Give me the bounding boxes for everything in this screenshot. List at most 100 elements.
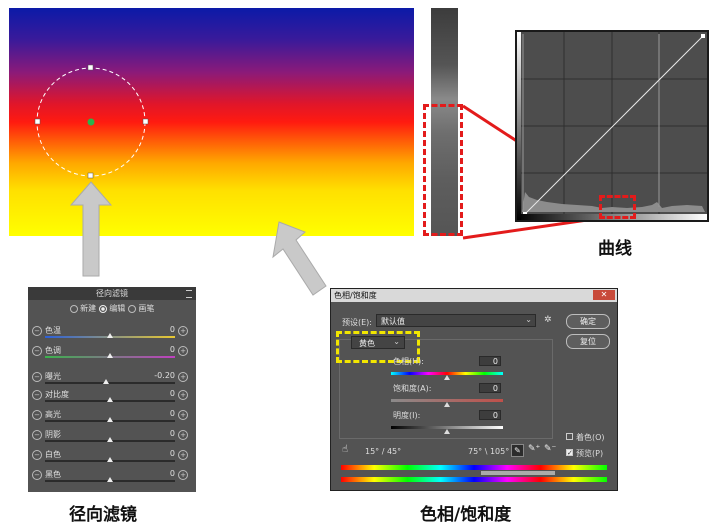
slider-thumb[interactable]: [107, 333, 113, 338]
saturation-label: 饱和度(A):: [393, 384, 432, 393]
saturation-field[interactable]: 0: [479, 383, 501, 393]
colorize-label: 着色(O): [576, 433, 605, 442]
radio-brush-icon[interactable]: [127, 304, 136, 313]
saturation-slider-thumb[interactable]: [444, 402, 450, 407]
slider-value[interactable]: 0: [143, 449, 175, 458]
eyedropper-add-icon[interactable]: ✎⁺: [528, 444, 540, 454]
slider-row: − 对比度 0 +: [28, 388, 196, 406]
slider-row: − 阴影 0 +: [28, 428, 196, 446]
lightness-slider-thumb[interactable]: [444, 429, 450, 434]
range-right-value: 75° \ 105°: [468, 447, 510, 456]
plus-icon[interactable]: +: [178, 470, 188, 480]
slider-value[interactable]: 0: [143, 409, 175, 418]
slider-thumb[interactable]: [107, 417, 113, 422]
slider-value[interactable]: 0: [143, 469, 175, 478]
plus-icon[interactable]: +: [178, 450, 188, 460]
slider-value[interactable]: 0: [143, 429, 175, 438]
slider-thumb[interactable]: [107, 397, 113, 402]
radial-filter-panel: 径向滤镜 新建 编辑 画笔 − 色温 0 + − 色调 0 + − 曝光 -0.20 + − 对比度 0 + −…: [28, 287, 196, 492]
lightness-label: 明度(I):: [393, 411, 421, 420]
caption-hue-saturation: 色相/饱和度: [420, 505, 512, 525]
panel-menu-icon[interactable]: [186, 290, 192, 298]
plus-icon[interactable]: +: [178, 326, 188, 336]
plus-icon[interactable]: +: [178, 430, 188, 440]
plus-icon[interactable]: +: [178, 372, 188, 382]
slider-thumb[interactable]: [107, 477, 113, 482]
minus-icon[interactable]: −: [32, 410, 42, 420]
hand-tool-icon[interactable]: ☝: [342, 444, 348, 455]
slider-thumb[interactable]: [107, 457, 113, 462]
hue-field[interactable]: 0: [479, 356, 501, 366]
arrow-up-icon: [69, 181, 113, 277]
radio-edit-icon[interactable]: [98, 304, 107, 313]
mode-row: 新建 编辑 画笔: [28, 303, 196, 314]
slider-label: 对比度: [45, 390, 69, 399]
preset-value: 默认值: [381, 317, 405, 326]
slider-thumb[interactable]: [107, 437, 113, 442]
range-slider-bar[interactable]: [481, 471, 555, 475]
plus-icon[interactable]: +: [178, 390, 188, 400]
slider-row: − 色温 0 +: [28, 324, 196, 342]
minus-icon[interactable]: −: [32, 470, 42, 480]
plus-icon[interactable]: +: [178, 410, 188, 420]
caption-curves: 曲线: [598, 239, 632, 259]
slider-label: 阴影: [45, 430, 61, 439]
preset-options-gear-icon[interactable]: ✲: [544, 315, 552, 325]
hue-slider-thumb[interactable]: [444, 375, 450, 380]
ellipse-handle-right: [142, 118, 149, 125]
curves-graph[interactable]: [515, 30, 709, 222]
slider-label: 白色: [45, 450, 61, 459]
ok-button[interactable]: 确定: [566, 314, 610, 329]
preview-checkbox[interactable]: ✓: [566, 449, 573, 457]
close-button[interactable]: ✕: [593, 290, 615, 300]
slider-label: 黑色: [45, 470, 61, 479]
curves-selection-box: [599, 195, 636, 219]
hue-saturation-dialog: 色相/饱和度 ✕ 预设(E): 默认值 ⌄ ✲ 确定 复位 黄色 ⌄ 色相(H)…: [330, 288, 618, 491]
curve-line: [524, 35, 704, 215]
arrow-diagonal-icon: [272, 221, 327, 296]
mode-edit-label[interactable]: 编辑: [109, 304, 125, 313]
preset-label: 预设(E):: [342, 318, 372, 327]
slider-value[interactable]: 0: [143, 345, 175, 354]
ellipse-center-pin: [87, 118, 95, 126]
slider-thumb[interactable]: [107, 353, 113, 358]
mode-new-label[interactable]: 新建: [80, 304, 96, 313]
range-left-value: 15° / 45°: [365, 447, 402, 456]
curves-plot: [517, 32, 707, 220]
ellipse-handle-top: [87, 64, 94, 71]
eyedropper-icon[interactable]: ✎: [511, 444, 524, 457]
minus-icon[interactable]: −: [32, 326, 42, 336]
slider-thumb[interactable]: [103, 379, 110, 384]
reset-button[interactable]: 复位: [566, 334, 610, 349]
slider-label: 高光: [45, 410, 61, 419]
eyedropper-subtract-icon[interactable]: ✎⁻: [544, 444, 556, 454]
hue-label: 色相(H):: [393, 357, 424, 366]
mode-brush-label[interactable]: 画笔: [138, 304, 154, 313]
slider-value[interactable]: -0.20: [143, 371, 175, 380]
lightness-field[interactable]: 0: [479, 410, 501, 420]
minus-icon[interactable]: −: [32, 390, 42, 400]
curve-point-white: [701, 34, 705, 38]
plus-icon[interactable]: +: [178, 346, 188, 356]
colorize-checkbox[interactable]: [566, 433, 573, 440]
preset-select[interactable]: 默认值 ⌄: [376, 314, 536, 327]
spectrum-bar-bottom: [341, 477, 607, 482]
slider-track[interactable]: [45, 382, 175, 384]
chevron-down-icon: ⌄: [525, 315, 532, 324]
caption-radial-filter: 径向滤镜: [69, 505, 137, 525]
slider-row: − 白色 0 +: [28, 448, 196, 466]
minus-icon[interactable]: −: [32, 372, 42, 382]
slider-value[interactable]: 0: [143, 389, 175, 398]
minus-icon[interactable]: −: [32, 346, 42, 356]
spectrum-bar-top: [341, 465, 607, 470]
minus-icon[interactable]: −: [32, 430, 42, 440]
panel-title: 径向滤镜: [28, 287, 196, 300]
minus-icon[interactable]: −: [32, 450, 42, 460]
slider-value[interactable]: 0: [143, 325, 175, 334]
slider-label: 色温: [45, 326, 61, 335]
radio-new-icon[interactable]: [69, 304, 78, 313]
dialog-title: 色相/饱和度: [331, 289, 617, 302]
slider-label: 曝光: [45, 372, 61, 381]
ellipse-handle-bottom: [87, 172, 94, 179]
ellipse-handle-left: [34, 118, 41, 125]
